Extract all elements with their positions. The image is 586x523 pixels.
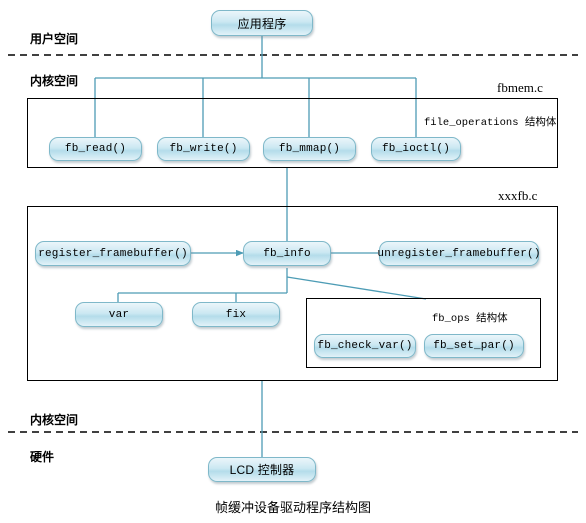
node-application[interactable]: 应用程序 xyxy=(211,10,313,36)
label-kernel-space-bottom: 内核空间 xyxy=(30,413,79,427)
node-fix[interactable]: fix xyxy=(192,302,280,327)
node-var[interactable]: var xyxy=(75,302,163,327)
node-fb-read[interactable]: fb_read() xyxy=(49,137,142,161)
node-fb-write[interactable]: fb_write() xyxy=(157,137,250,161)
node-unregister-framebuffer[interactable]: unregister_framebuffer() xyxy=(377,241,540,266)
node-lcd-controller[interactable]: LCD 控制器 xyxy=(208,457,316,482)
label-fb-ops-struct: fb_ops 结构体 xyxy=(432,313,508,325)
node-fb-check-var[interactable]: fb_check_var() xyxy=(314,334,416,358)
label-file-fbmem: fbmem.c xyxy=(497,80,543,95)
label-file-operations-struct: file_operations 结构体 xyxy=(424,117,557,129)
node-fb-set-par[interactable]: fb_set_par() xyxy=(424,334,524,358)
label-file-xxxfb: xxxfb.c xyxy=(498,188,538,203)
node-fb-info[interactable]: fb_info xyxy=(243,241,331,266)
label-hardware: 硬件 xyxy=(30,450,55,464)
node-fb-mmap[interactable]: fb_mmap() xyxy=(263,137,356,161)
diagram-canvas: 用户空间 内核空间 内核空间 硬件 fbmem.c xxxfb.c file_o… xyxy=(0,0,586,523)
label-kernel-space-top: 内核空间 xyxy=(30,74,79,88)
node-register-framebuffer[interactable]: register_framebuffer() xyxy=(35,241,191,266)
node-fb-ioctl[interactable]: fb_ioctl() xyxy=(371,137,461,161)
diagram-caption: 帧缓冲设备驱动程序结构图 xyxy=(214,500,371,515)
label-user-space: 用户空间 xyxy=(30,32,79,46)
